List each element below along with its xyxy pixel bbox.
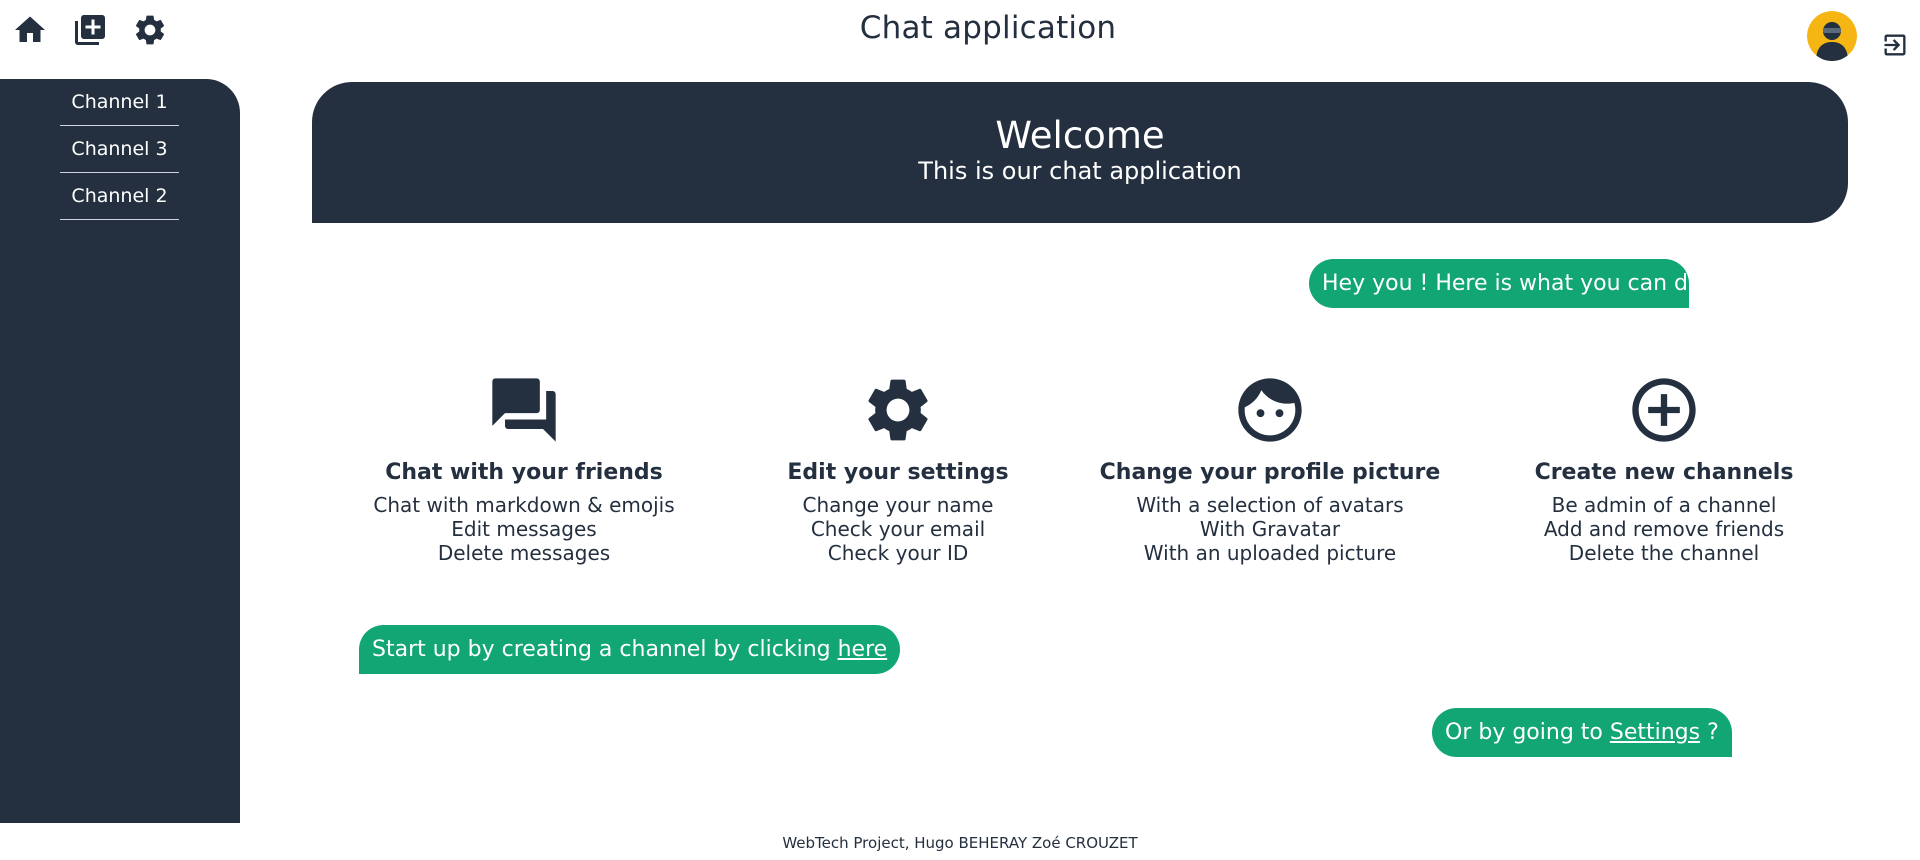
feature-settings: Edit your settings Change your name Chec… [708,372,1088,565]
sidebar: Channel 1 Channel 3 Channel 2 [0,79,240,823]
top-bar: Chat application [0,0,1920,62]
feature-create-channels: Create new channels Be admin of a channe… [1474,372,1854,565]
create-channel-message-bubble: Start up by creating a channel by clicki… [359,625,901,674]
feature-line: With an uploaded picture [1143,541,1397,565]
feature-line: Edit messages [451,517,597,541]
app-title: Chat application [859,10,1117,46]
feature-line: Delete messages [437,541,611,565]
sidebar-item-channel-2[interactable]: Channel 2 [60,173,179,220]
feature-title: Create new channels [1534,460,1794,485]
welcome-banner: Welcome This is our chat application [312,82,1848,223]
settings-message-suffix: ? [1700,720,1719,745]
sidebar-item-channel-3[interactable]: Channel 3 [60,126,179,173]
feature-profile-picture: Change your profile picture With a selec… [1080,372,1460,565]
feature-line: Be admin of a channel [1551,493,1777,517]
feature-title: Edit your settings [787,460,1009,485]
feature-line: Add and remove friends [1543,517,1785,541]
intro-message-text: Hey you ! Here is what you can do : [1322,271,1716,296]
settings-link[interactable]: Settings [1610,720,1700,745]
face-icon [1232,372,1308,448]
intro-message-bubble: Hey you ! Here is what you can do : [1309,259,1716,308]
forum-icon [486,372,562,448]
feature-line: Check your email [810,517,986,541]
feature-title: Chat with your friends [385,460,663,485]
feature-title: Change your profile picture [1099,460,1441,485]
feature-line: Delete the channel [1568,541,1760,565]
feature-line: Change your name [802,493,994,517]
feature-line: With a selection of avatars [1136,493,1404,517]
feature-line: Chat with markdown & emojis [373,493,675,517]
feature-line: With Gravatar [1199,517,1341,541]
settings-message-bubble: Or by going to Settings ? [1432,708,1732,757]
welcome-title: Welcome [995,114,1165,157]
add-circle-icon [1626,372,1702,448]
create-channel-message-text: Start up by creating a channel by clicki… [372,637,838,662]
user-avatar[interactable] [1807,11,1857,61]
feature-line: Check your ID [827,541,969,565]
settings-message-prefix: Or by going to [1445,720,1610,745]
create-channel-link[interactable]: here [838,637,888,662]
footer: WebTech Project, Hugo BEHERAY Zoé CROUZE… [782,834,1138,852]
welcome-subtitle: This is our chat application [918,157,1242,185]
sidebar-item-channel-1[interactable]: Channel 1 [60,79,179,126]
logout-icon[interactable] [1881,31,1909,59]
feature-chat: Chat with your friends Chat with markdow… [334,372,714,565]
settings-gear-icon [860,372,936,448]
